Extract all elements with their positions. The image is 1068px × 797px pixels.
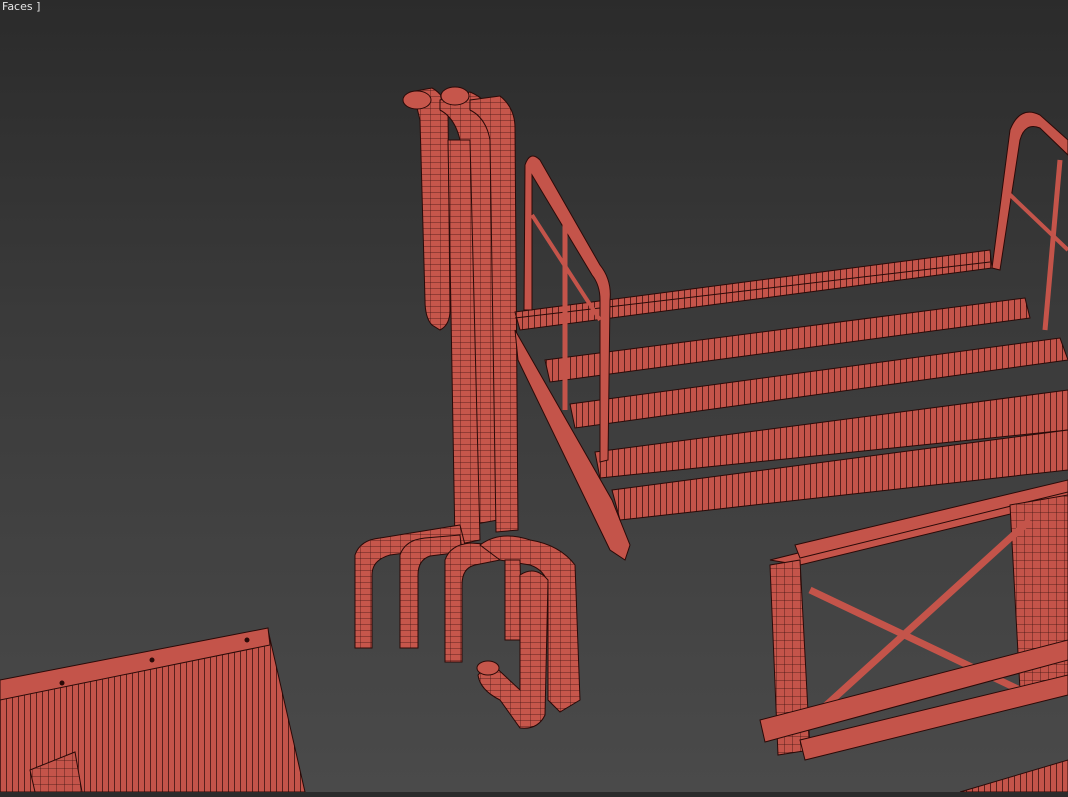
floor-grate[interactable] xyxy=(959,759,1068,793)
stair-assembly[interactable] xyxy=(514,111,1068,561)
roof-panel[interactable] xyxy=(0,627,306,793)
scene-canvas[interactable] xyxy=(0,0,1068,793)
viewport-shading-label[interactable]: Faces ] xyxy=(0,0,42,13)
truss-frame[interactable] xyxy=(759,479,1068,761)
viewport[interactable]: Faces ] xyxy=(0,0,1068,793)
